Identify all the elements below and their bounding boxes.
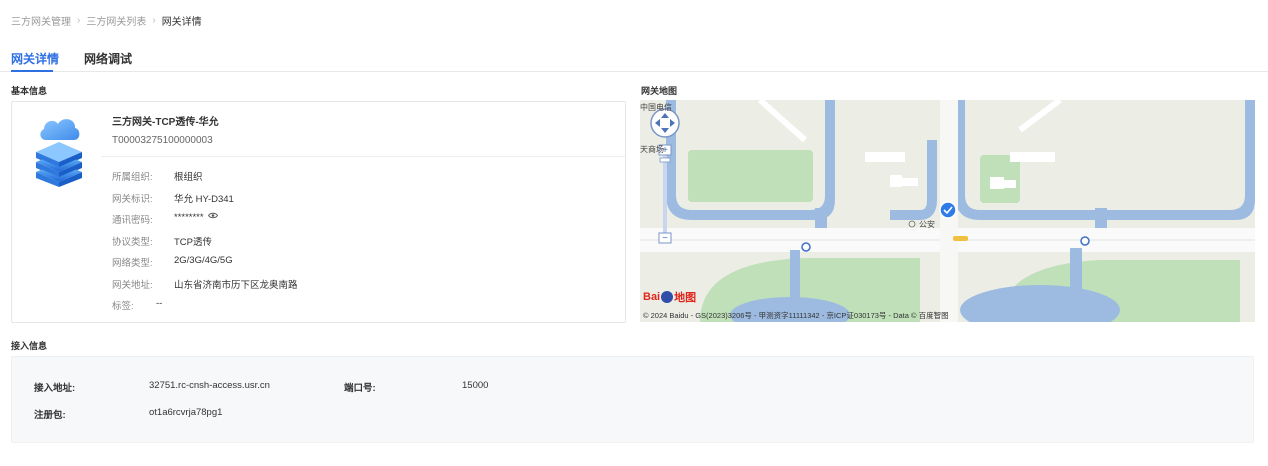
info-label: 网关地址: [112,280,153,291]
info-value: TCP透传 [174,237,213,248]
breadcrumb: 三方网关管理 › 三方网关列表 › 网关详情 [11,13,202,28]
gateway-detail-page: 三方网关管理 › 三方网关列表 › 网关详情 网关详情 网络调试 基本信息 网关… [0,0,1268,466]
access-address-value: 32751.rc-cnsh-access.usr.cn [149,380,270,391]
info-value: -- [156,298,163,309]
info-row-org: 所属组织: 根组织 [112,169,203,183]
info-label: 网络类型: [112,258,153,269]
gateway-map[interactable]: + − 中国电信 天商场 公安 Bai 地图 © 2024 Baidu - GS… [640,100,1255,322]
poi-label: 天商场 [640,145,664,154]
info-value: 根组织 [174,172,203,183]
info-label: 通讯密码: [112,215,153,226]
info-value: 山东省济南市历下区龙奥南路 [174,280,298,291]
chevron-right-icon: › [77,15,81,26]
breadcrumb-item-gateway-list[interactable]: 三方网关列表 [86,13,146,28]
info-label: 协议类型: [112,237,153,248]
port-value: 15000 [462,380,489,391]
info-row-protocol: 协议类型: TCP透传 [112,234,212,248]
access-info-title: 接入信息 [11,341,48,351]
tab-gateway-detail[interactable]: 网关详情 [11,50,59,67]
cloud-gateway-icon [36,119,82,187]
map-canvas: + − [640,100,1255,322]
info-label: 网关标识: [112,194,153,205]
info-row-address: 网关地址: 山东省济南市历下区龙奥南路 [112,277,298,291]
breadcrumb-item-gateway-manage[interactable]: 三方网关管理 [11,13,71,28]
chevron-right-icon: › [152,15,156,26]
poi-label: 中国电信 [640,103,672,112]
breadcrumb-current: 网关详情 [161,17,202,28]
baidu-map-logo: Bai 地图 [643,291,697,304]
access-info-card: 接入地址: 32751.rc-cnsh-access.usr.cn 端口号: 1… [11,356,1254,443]
info-value: 华允 HY-D341 [174,194,234,205]
map-copyright: © 2024 Baidu - GS(2023)3206号 - 甲测资字11111… [643,311,949,320]
paw-icon [661,291,674,303]
info-label: 标签: [112,301,134,312]
register-package-label: 注册包: [34,410,66,421]
eye-icon[interactable] [207,212,218,219]
device-name: 三方网关-TCP透传-华允 [112,117,219,128]
info-row-tags: 标签: -- [112,298,162,312]
tab-network-debug[interactable]: 网络调试 [84,50,132,67]
info-label: 所属组织: [112,172,153,183]
basic-info-card: 三方网关-TCP透传-华允 T00003275100000003 所属组织: 根… [11,101,626,323]
password-value: ******** [174,212,204,223]
info-value: 2G/3G/4G/5G [174,255,233,266]
register-package-value: ot1a6rcvrja78pg1 [149,407,223,418]
poi-label: 公安 [919,220,935,229]
port-label: 端口号: [344,383,376,394]
svg-text:−: − [662,233,668,244]
device-serial: T00003275100000003 [112,135,213,146]
active-tab-indicator [11,70,53,72]
info-row-password: 通讯密码: ******** [112,212,218,226]
tab-bar: 网关详情 网络调试 [0,44,1268,72]
info-row-network: 网络类型: 2G/3G/4G/5G [112,255,233,269]
map-title: 网关地图 [641,86,678,96]
access-address-label: 接入地址: [34,383,76,394]
basic-info-title: 基本信息 [11,86,48,96]
divider [101,156,625,157]
info-row-gateway-id: 网关标识: 华允 HY-D341 [112,191,234,205]
